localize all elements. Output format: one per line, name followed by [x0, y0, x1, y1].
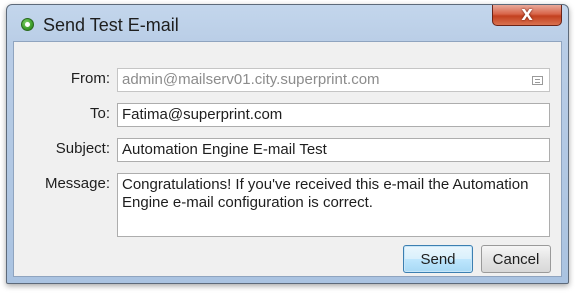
app-icon: [21, 18, 34, 31]
message-label: Message:: [44, 175, 110, 192]
to-label: To:: [89, 105, 110, 122]
from-value: admin@mailserv01.city.superprint.com: [122, 71, 380, 88]
from-field[interactable]: admin@mailserv01.city.superprint.com: [117, 68, 550, 92]
subject-label: Subject:: [55, 140, 110, 157]
close-button[interactable]: X: [492, 5, 562, 26]
close-icon: X: [521, 6, 533, 24]
title-bar[interactable]: Send Test E-mail X: [7, 5, 568, 43]
dialog-title: Send Test E-mail: [43, 15, 179, 35]
cancel-button[interactable]: Cancel: [481, 245, 551, 273]
message-field[interactable]: Congratulations! If you've received this…: [117, 173, 550, 237]
to-field[interactable]: Fatima@superprint.com: [117, 103, 550, 127]
send-button[interactable]: Send: [403, 245, 473, 273]
send-test-email-dialog: Send Test E-mail X From: admin@mailserv0…: [6, 4, 569, 284]
address-book-icon[interactable]: [532, 76, 543, 85]
to-value: Fatima@superprint.com: [122, 106, 283, 123]
subject-field[interactable]: Automation Engine E-mail Test: [117, 138, 550, 162]
message-value: Congratulations! If you've received this…: [122, 176, 529, 211]
subject-value: Automation Engine E-mail Test: [122, 141, 327, 158]
from-label: From:: [70, 70, 110, 87]
dialog-content: From: admin@mailserv01.city.superprint.c…: [13, 41, 562, 277]
